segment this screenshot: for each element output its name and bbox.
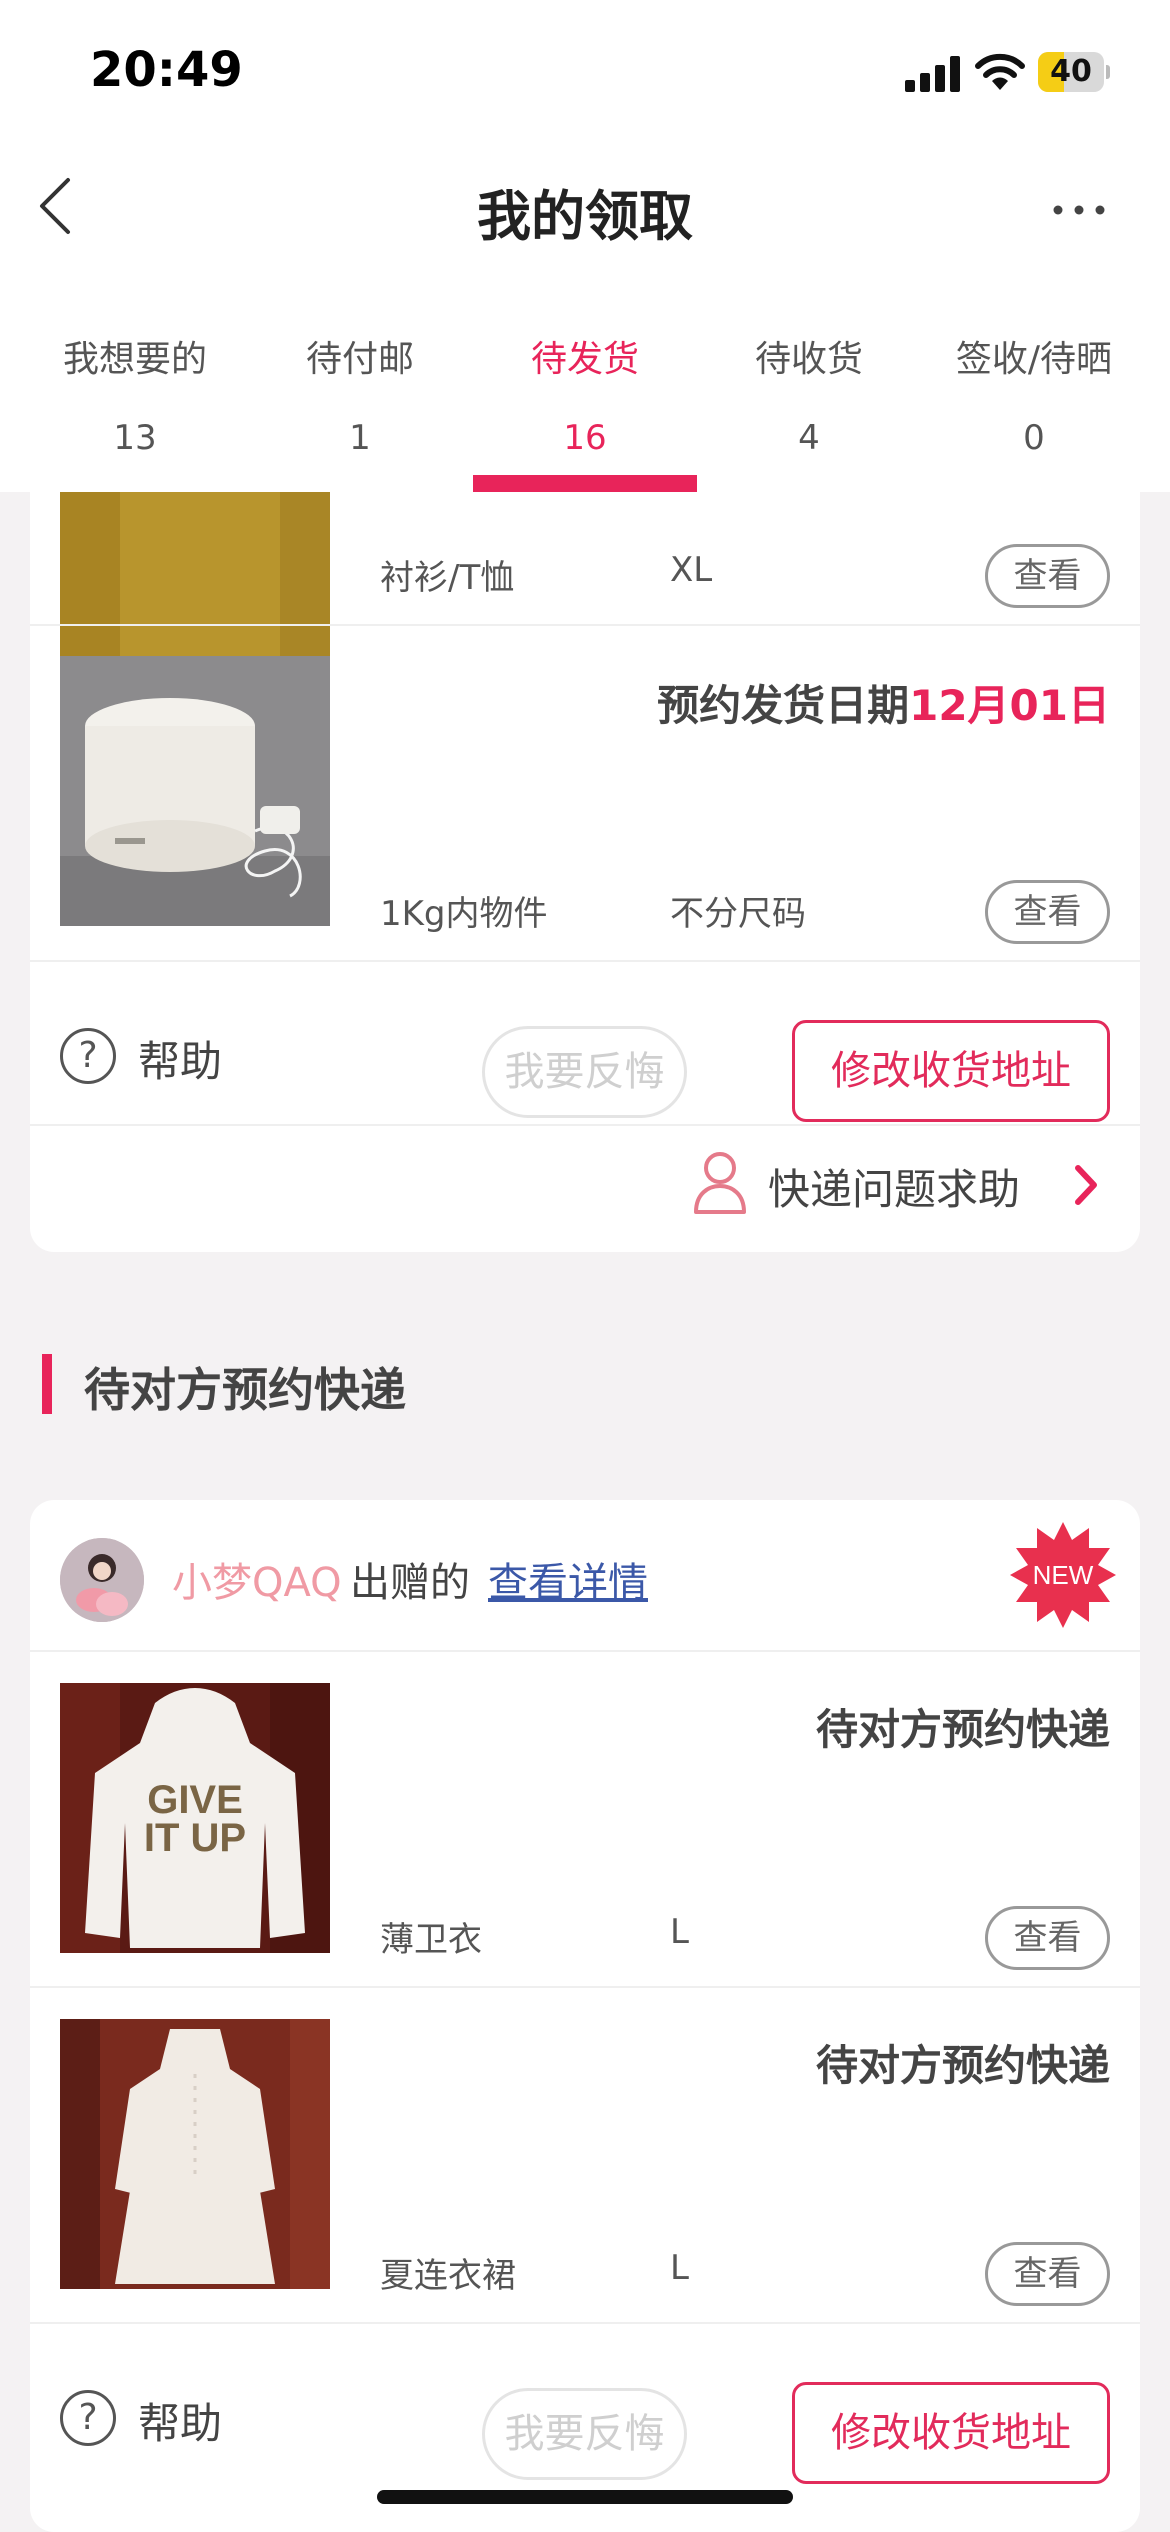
home-indicator[interactable]: [377, 2490, 793, 2504]
order-status-tabs: 我想要的 13 待付邮 1 待发货 16 待收货 4 签收/待晒 0: [0, 300, 1170, 492]
help-link[interactable]: ? 帮助: [60, 2384, 260, 2454]
person-icon: [694, 1152, 746, 1214]
item-size: L: [670, 1912, 689, 1952]
giver-action: 出赠的: [350, 1560, 470, 1606]
item-category: 夏连衣裙: [380, 2256, 516, 2296]
change-address-button[interactable]: 修改收货地址: [792, 2382, 1110, 2484]
divider: [30, 2322, 1140, 2324]
tab-wanted[interactable]: 我想要的 13: [23, 300, 247, 492]
view-button[interactable]: 查看: [985, 1906, 1110, 1970]
tab-label: 待收货: [754, 339, 863, 380]
giver-name[interactable]: 小梦QAQ: [172, 1550, 342, 1608]
question-circle-icon: ?: [60, 1028, 116, 1084]
new-badge: NEW: [1010, 1522, 1116, 1628]
divider: [30, 960, 1140, 962]
item-size: L: [670, 2248, 689, 2288]
order-card: 衬衫/T恤 XL 查看 预约发货日期12月01日 1Kg内物件 不分尺码 查看: [30, 492, 1140, 1252]
active-tab-indicator: [473, 475, 697, 492]
new-badge-text: NEW: [1033, 1560, 1094, 1590]
divider: [30, 1650, 1140, 1652]
tab-label: 签收/待晒: [955, 339, 1113, 380]
help-label: 帮助: [138, 2399, 223, 2448]
regret-button[interactable]: 我要反悔: [482, 2388, 687, 2480]
view-button[interactable]: 查看: [985, 880, 1110, 944]
question-circle-icon: ?: [60, 2390, 116, 2446]
more-dots-icon[interactable]: [1050, 180, 1110, 240]
help-link[interactable]: ? 帮助: [60, 1022, 260, 1092]
cellular-signal-icon: [905, 56, 960, 92]
tab-label: 我想要的: [62, 339, 207, 380]
tab-pending-shipment[interactable]: 待发货 16: [473, 300, 697, 492]
tab-signed-review[interactable]: 签收/待晒 0: [922, 300, 1146, 492]
wifi-icon: [975, 53, 1025, 90]
item-image-yellow-sweater[interactable]: [60, 492, 330, 682]
item-title: 待对方预约快递: [815, 2041, 1110, 2090]
help-label: 帮助: [138, 1037, 223, 1086]
item-category: 衬衫/T恤: [380, 558, 515, 598]
item-title: 预约发货日期12月01日: [657, 672, 1110, 733]
change-address-button[interactable]: 修改收货地址: [792, 1020, 1110, 1122]
item-image-humidifier[interactable]: [60, 656, 330, 926]
view-button[interactable]: 查看: [985, 2242, 1110, 2306]
divider: [30, 1124, 1140, 1126]
tab-pending-receipt[interactable]: 待收货 4: [697, 300, 921, 492]
tab-pending-postage[interactable]: 待付邮 1: [248, 300, 472, 492]
giver-row: 小梦QAQ 出赠的 查看详情 NEW: [30, 1500, 1140, 1658]
tab-label: 待发货: [530, 339, 639, 380]
ship-date: 12月01日: [909, 681, 1110, 730]
order-card: 小梦QAQ 出赠的 查看详情 NEW GIVE IT UP 待对方预约快递 薄卫…: [30, 1500, 1140, 2532]
view-button[interactable]: 查看: [985, 544, 1110, 608]
item-title-prefix: 预约发货日期: [657, 681, 910, 730]
order-list: 衬衫/T恤 XL 查看 预约发货日期12月01日 1Kg内物件 不分尺码 查看: [0, 492, 1170, 2532]
tab-count: 0: [1023, 418, 1045, 458]
item-size: 不分尺码: [670, 894, 806, 934]
divider: [30, 624, 1140, 626]
regret-button[interactable]: 我要反悔: [482, 1026, 687, 1118]
battery-indicator: 40: [1038, 52, 1110, 92]
nav-bar: 我的领取: [0, 150, 1170, 265]
item-image-dress[interactable]: [60, 2019, 330, 2289]
tab-count: 4: [798, 418, 820, 458]
battery-tip: [1106, 65, 1110, 79]
express-help-label: 快递问题求助: [768, 1165, 1021, 1214]
tab-count: 16: [563, 418, 607, 458]
item-category: 薄卫衣: [380, 1920, 482, 1960]
status-bar: 20:49 40: [0, 0, 1170, 150]
item-image-hoodie[interactable]: GIVE IT UP: [60, 1683, 330, 1953]
avatar[interactable]: [60, 1538, 144, 1622]
battery-body: 40: [1038, 52, 1104, 92]
svg-text:IT UP: IT UP: [144, 1816, 246, 1860]
section-accent-bar: [42, 1354, 52, 1414]
express-help-link[interactable]: 快递问题求助: [690, 1150, 1110, 1220]
item-size: XL: [670, 550, 713, 590]
page-title: 我的领取: [477, 185, 693, 248]
battery-level-text: 40: [1050, 54, 1092, 89]
chevron-right-icon: [1075, 1165, 1097, 1205]
status-time: 20:49: [90, 42, 243, 98]
tab-count: 13: [113, 418, 157, 458]
view-details-link[interactable]: 查看详情: [488, 1550, 648, 1608]
section-header: 待对方预约快递: [0, 1344, 1170, 1434]
section-title: 待对方预约快递: [84, 1363, 406, 1417]
item-category: 1Kg内物件: [380, 894, 548, 934]
divider: [30, 1986, 1140, 1988]
tab-count: 1: [349, 418, 371, 458]
item-title: 待对方预约快递: [815, 1705, 1110, 1754]
tab-label: 待付邮: [305, 339, 414, 380]
header: 20:49 40 我的领取 我想要的 13 待付邮 1 待发货 16 待收货 4…: [0, 0, 1170, 492]
